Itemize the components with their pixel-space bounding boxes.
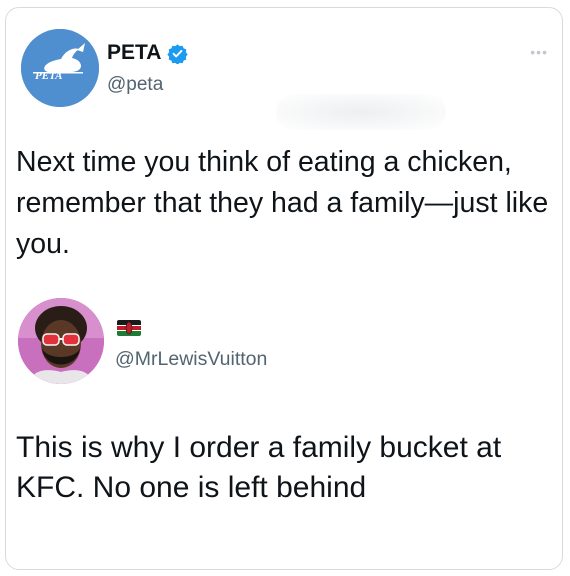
peta-logo-icon: PETA: [21, 29, 99, 107]
reply-text: This is why I order a family bucket at K…: [16, 431, 502, 504]
more-options-icon[interactable]: •••: [530, 44, 548, 60]
verified-badge-icon: [167, 43, 189, 65]
reply-avatar[interactable]: [18, 298, 104, 384]
tweet-card[interactable]: PETA PETA @peta ••• Next time you think …: [5, 7, 563, 570]
person-avatar-icon: [18, 298, 104, 384]
author-handle[interactable]: @peta: [107, 74, 163, 96]
svg-text:PETA: PETA: [35, 70, 63, 82]
kenya-flag-icon: [117, 320, 141, 336]
reply-handle[interactable]: @MrLewisVuitton: [115, 348, 267, 371]
display-name[interactable]: PETA: [107, 41, 161, 65]
peta-avatar[interactable]: PETA: [21, 29, 99, 107]
author-name-row: PETA: [107, 41, 189, 65]
blurred-region: [276, 94, 446, 130]
tweet-text: Next time you think of eating a chicken,…: [16, 146, 549, 260]
